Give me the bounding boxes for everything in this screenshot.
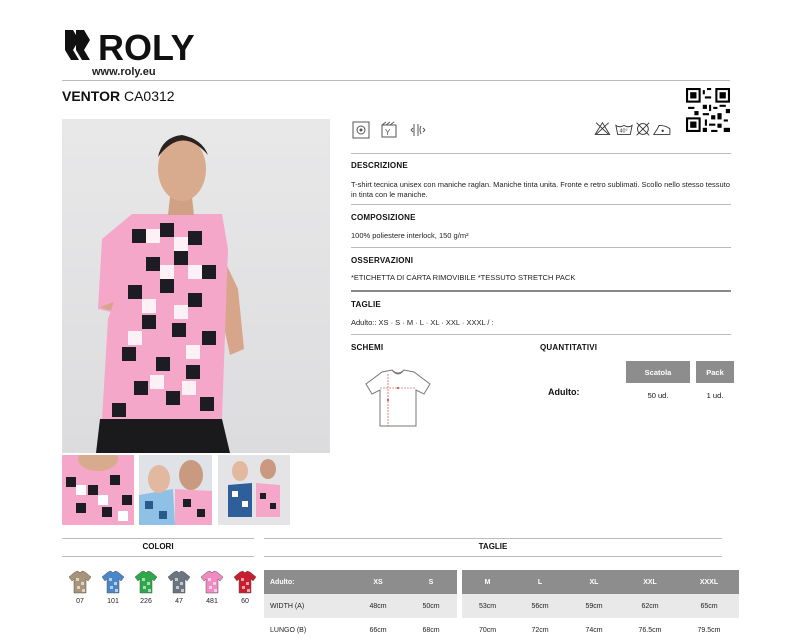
- divider: [351, 290, 731, 292]
- product-thumbnail-3[interactable]: [218, 455, 290, 525]
- colors-title: COLORI: [142, 542, 174, 551]
- size-header-label: Adulto:: [264, 570, 351, 594]
- website-url[interactable]: www.roly.eu: [92, 66, 156, 78]
- table-row: LUNGO (B) 66cm 68cm 70cm 72cm 74cm 76.5c…: [264, 618, 739, 642]
- table-cell: 68cm: [422, 626, 440, 634]
- size-header: XXL: [621, 570, 679, 594]
- table-cell: 48cm: [351, 594, 405, 618]
- stretch-icon: [410, 124, 426, 136]
- care-symbols: 40°: [594, 121, 671, 136]
- divider: [351, 334, 731, 335]
- table-cell: 66cm: [369, 626, 387, 634]
- size-header: XL: [567, 570, 621, 594]
- size-header: L: [513, 570, 567, 594]
- section-title-taglie: TAGLIE: [351, 300, 381, 309]
- table-cell: 50cm: [405, 594, 457, 618]
- wash-temperature: 40°: [620, 129, 628, 135]
- section-title-schemi: SCHEMI: [351, 343, 384, 352]
- qty-header-scatola: Scatola: [626, 361, 690, 383]
- sizes-inline: Adulto:: XS · S · M · L · XL · XXL · XXX…: [351, 318, 494, 327]
- table-row: WIDTH (A) 48cm 50cm 53cm 56cm 59cm 62cm …: [264, 594, 739, 618]
- qty-value-scatola: 50 ud.: [647, 390, 669, 400]
- color-code: 07: [76, 598, 84, 605]
- feature-icons: Y: [352, 121, 433, 139]
- color-swatch-tshirt[interactable]: [233, 570, 257, 594]
- product-thumbnail-1[interactable]: [62, 455, 134, 525]
- divider: [62, 538, 254, 539]
- table-cell: 70cm: [478, 626, 497, 634]
- sublimation-icon: [352, 121, 370, 139]
- table-cell: 56cm: [513, 594, 567, 618]
- color-swatch-tshirt[interactable]: [167, 570, 191, 594]
- section-title-quantitativi: QUANTITATIVI: [540, 343, 598, 352]
- table-cell: 72cm: [531, 626, 549, 634]
- divider: [264, 556, 722, 557]
- size-header: XXXL: [679, 570, 739, 594]
- row-label: WIDTH (A): [264, 594, 351, 618]
- color-code: 481: [206, 598, 218, 605]
- qty-value-pack: 1 ud.: [706, 390, 724, 400]
- size-header: S: [405, 570, 457, 594]
- color-code: 101: [107, 598, 119, 605]
- color-code: 47: [175, 598, 183, 605]
- table-cell: 53cm: [462, 594, 513, 618]
- divider: [351, 204, 731, 205]
- section-title-composizione: COMPOSIZIONE: [351, 213, 416, 222]
- color-code: 60: [241, 598, 249, 605]
- divider: [62, 556, 254, 557]
- color-swatch-tshirt[interactable]: [134, 570, 158, 594]
- size-header: XS: [351, 570, 405, 594]
- divider: [351, 247, 731, 248]
- quantities-table: Scatola Pack 50 ud. 1 ud.: [626, 361, 734, 407]
- label-icon: Y: [381, 121, 397, 138]
- qr-code: [686, 88, 730, 132]
- divider: [264, 538, 722, 539]
- table-cell: 65cm: [679, 594, 739, 618]
- product-title: VENTOR CA0312: [62, 88, 175, 104]
- row-label: LUNGO (B): [270, 626, 307, 634]
- color-swatch-tshirt[interactable]: [68, 570, 92, 594]
- section-text-descrizione: T-shirt tecnica unisex con maniche ragla…: [351, 180, 730, 199]
- product-name: VENTOR: [62, 88, 121, 104]
- svg-text:Y: Y: [385, 128, 391, 137]
- qty-header-pack: Pack: [696, 361, 734, 383]
- tshirt-schema-diagram: [365, 369, 431, 427]
- divider: [62, 80, 730, 81]
- table-cell: 62cm: [621, 594, 679, 618]
- product-thumbnail-2[interactable]: [139, 455, 212, 525]
- divider: [351, 153, 731, 154]
- logo-text: ROLY: [98, 27, 195, 66]
- table-cell: 59cm: [567, 594, 621, 618]
- size-header: M: [462, 570, 513, 594]
- color-swatch-tshirt[interactable]: [101, 570, 125, 594]
- color-swatch-tshirt[interactable]: [200, 570, 224, 594]
- section-text-osservazioni: *ETICHETTA DI CARTA RIMOVIBILE *TESSUTO …: [351, 273, 576, 282]
- section-title-descrizione: DESCRIZIONE: [351, 161, 408, 170]
- table-cell: 76.5cm: [638, 626, 662, 634]
- color-code: 226: [140, 598, 152, 605]
- section-text-composizione: 100% poliestere interlock, 150 g/m²: [351, 231, 469, 240]
- qty-row-label: Adulto:: [548, 387, 580, 397]
- product-photo-main: [62, 119, 330, 453]
- table-cell: 74cm: [585, 626, 603, 634]
- size-chart-table: Adulto: XS S M L XL XXL XXXL WIDTH (A) 4…: [264, 570, 739, 642]
- sizes-table-title: TAGLIE: [478, 542, 508, 551]
- product-code: CA0312: [123, 88, 175, 104]
- table-cell: 79.5cm: [697, 626, 721, 634]
- section-title-osservazioni: OSSERVAZIONI: [351, 256, 414, 265]
